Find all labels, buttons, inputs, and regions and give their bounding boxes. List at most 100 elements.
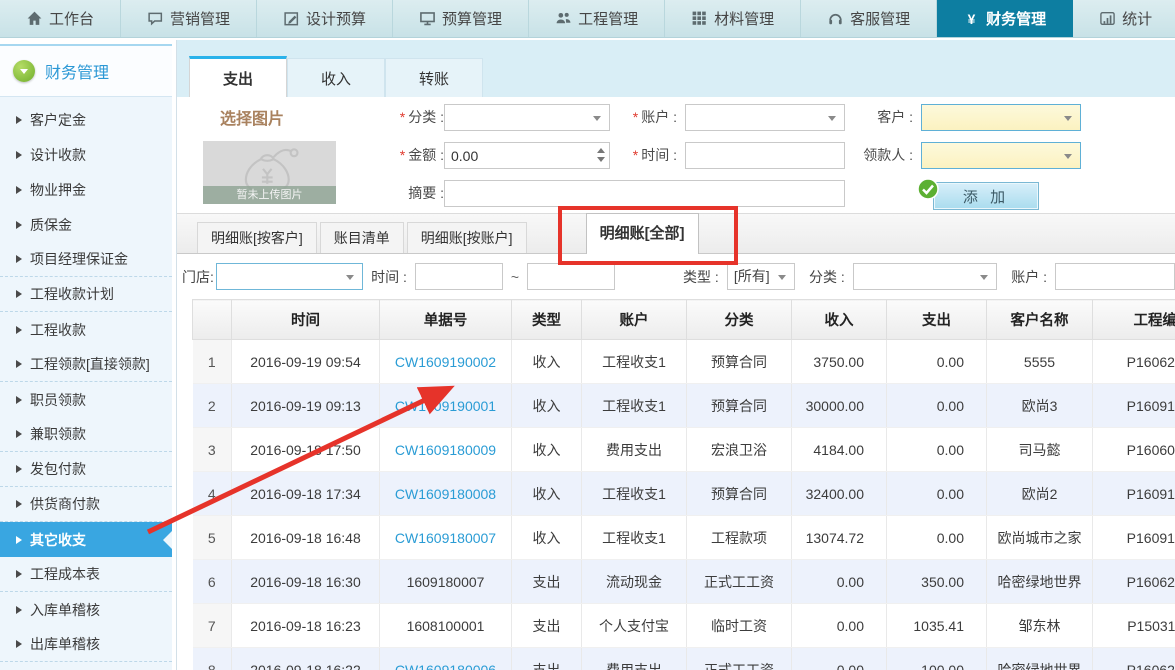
sidebar-item-outsource-payment[interactable]: 发包付款 xyxy=(0,452,172,487)
customer-label: 客户 : xyxy=(853,104,913,131)
payee-select[interactable] xyxy=(921,142,1081,169)
column-header-3: 类型 xyxy=(512,300,582,340)
module-badge-icon xyxy=(13,60,35,82)
payee-label: 领款人 : xyxy=(832,142,913,169)
time-to-input[interactable] xyxy=(527,263,615,290)
summary-input[interactable] xyxy=(444,180,845,207)
cell-type: 支出 xyxy=(512,560,582,604)
category-select[interactable] xyxy=(444,104,610,131)
sidebar-header: 财务管理 xyxy=(0,46,172,97)
required-mark: * xyxy=(633,109,638,125)
nav-item-budget[interactable]: 预算管理 xyxy=(393,0,529,37)
table-row[interactable]: 82016-09-18 16:22CW1609180006支出费用支出正式工工资… xyxy=(193,648,1175,670)
store-filter-select[interactable] xyxy=(216,263,363,290)
sidebar-item-staff-withdrawal[interactable]: 职员领款 xyxy=(0,382,172,417)
triangle-right-icon xyxy=(16,186,22,194)
table-row[interactable]: 52016-09-18 16:48CW1609180007收入工程收支1工程款项… xyxy=(193,516,1175,560)
triangle-right-icon xyxy=(16,290,22,298)
nav-item-workbench[interactable]: 工作台 xyxy=(0,0,121,37)
cell-project: P16062100 xyxy=(1093,340,1175,384)
sidebar-item-design-collection[interactable]: 设计收款 xyxy=(0,137,172,172)
svg-text:¥: ¥ xyxy=(968,11,976,27)
cell-account: 工程收支1 xyxy=(582,516,687,560)
cell-customer: 哈密绿地世界 xyxy=(987,648,1093,670)
nav-item-label: 工作台 xyxy=(49,8,94,29)
sidebar-item-label: 职员领款 xyxy=(30,390,86,410)
subtab-detail-all[interactable]: 明细账[全部] xyxy=(586,213,699,254)
type-filter-select[interactable]: [所有] xyxy=(727,263,795,290)
nav-item-finance[interactable]: ¥财务管理 xyxy=(937,0,1073,37)
subtab-account-list[interactable]: 账目清单 xyxy=(320,222,404,253)
doc-number-link[interactable]: CW1609180008 xyxy=(395,486,496,502)
category-filter-select[interactable] xyxy=(853,263,997,290)
account-filter-label: 账户 : xyxy=(1011,267,1047,287)
cell-income: 3750.00 xyxy=(792,340,887,384)
yen-icon: ¥ xyxy=(963,10,980,27)
amount-spinner[interactable] xyxy=(597,148,605,162)
cell-time: 2016-09-18 17:34 xyxy=(232,472,380,516)
doc-number-link[interactable]: CW1609180006 xyxy=(395,662,496,670)
category-label: *分类 : xyxy=(367,104,444,131)
sidebar-item-project-cost-table[interactable]: 工程成本表 xyxy=(0,557,172,592)
sidebar-item-label: 其它收支 xyxy=(30,530,86,550)
sidebar-item-project-withdrawal-direct[interactable]: 工程领款[直接领款] xyxy=(0,347,172,382)
sidebar-item-label: 工程收款 xyxy=(30,320,86,340)
top-nav: 工作台 营销管理设计预算预算管理工程管理材料管理客服管理¥财务管理统计 xyxy=(0,0,1175,38)
sidebar: 财务管理 客户定金设计收款物业押金质保金项目经理保证金工程收款计划工程收款工程领… xyxy=(0,44,172,670)
table-row[interactable]: 42016-09-18 17:34CW1609180008收入工程收支1预算合同… xyxy=(193,472,1175,516)
cell-account: 费用支出 xyxy=(582,648,687,670)
doc-number-link[interactable]: CW1609190002 xyxy=(395,354,496,370)
cell-category: 临时工资 xyxy=(687,604,792,648)
amount-input[interactable] xyxy=(445,143,609,168)
table-row[interactable]: 32016-09-18 17:50CW1609180009收入费用支出宏浪卫浴4… xyxy=(193,428,1175,472)
required-mark: * xyxy=(633,147,638,163)
tab-transfer[interactable]: 转账 xyxy=(385,58,483,97)
sidebar-item-outbound-audit[interactable]: 出库单稽核 xyxy=(0,627,172,662)
table-row[interactable]: 22016-09-19 09:13CW1609190001收入工程收支1预算合同… xyxy=(193,384,1175,428)
sidebar-item-project-collection[interactable]: 工程收款 xyxy=(0,312,172,347)
nav-item-design-budget[interactable]: 设计预算 xyxy=(257,0,393,37)
nav-item-customer-service[interactable]: 客服管理 xyxy=(801,0,937,37)
account-filter-input[interactable] xyxy=(1055,263,1175,290)
tab-expense[interactable]: 支出 xyxy=(189,56,287,97)
sidebar-item-customer-deposit[interactable]: 客户定金 xyxy=(0,102,172,137)
customer-select[interactable] xyxy=(921,104,1081,131)
sidebar-item-supplier-payment[interactable]: 供货商付款 xyxy=(0,487,172,522)
nav-item-statistics[interactable]: 统计 xyxy=(1073,0,1175,37)
subtab-detail-by-account[interactable]: 明细账[按账户] xyxy=(407,222,527,253)
cell-type: 支出 xyxy=(512,604,582,648)
doc-number-link[interactable]: CW1609180009 xyxy=(395,442,496,458)
time-from-input[interactable] xyxy=(415,263,503,290)
cell-account: 个人支付宝 xyxy=(582,604,687,648)
users-icon xyxy=(555,10,572,27)
cell-doc: CW1609180009 xyxy=(380,428,512,472)
sidebar-item-inbound-audit[interactable]: 入库单稽核 xyxy=(0,592,172,627)
sidebar-item-project-collection-plan[interactable]: 工程收款计划 xyxy=(0,277,172,312)
nav-item-engineering[interactable]: 工程管理 xyxy=(529,0,665,37)
cell-account: 工程收支1 xyxy=(582,384,687,428)
nav-item-materials[interactable]: 材料管理 xyxy=(665,0,801,37)
cell-income: 0.00 xyxy=(792,648,887,670)
table-row[interactable]: 72016-09-18 16:231608100001支出个人支付宝临时工资0.… xyxy=(193,604,1175,648)
time-input[interactable] xyxy=(685,142,845,169)
table-row[interactable]: 12016-09-19 09:54CW1609190002收入工程收支1预算合同… xyxy=(193,340,1175,384)
sidebar-item-other-income-expense[interactable]: 其它收支 xyxy=(0,522,172,557)
table-row[interactable]: 62016-09-18 16:301609180007支出流动现金正式工工资0.… xyxy=(193,560,1175,604)
sidebar-item-parttime-withdrawal[interactable]: 兼职领款 xyxy=(0,417,172,452)
sidebar-item-label: 工程成本表 xyxy=(30,564,100,584)
doc-number-link[interactable]: CW1609190001 xyxy=(395,398,496,414)
nav-item-marketing[interactable]: 营销管理 xyxy=(121,0,257,37)
account-select[interactable] xyxy=(685,104,845,131)
sidebar-item-pm-guarantee[interactable]: 项目经理保证金 xyxy=(0,242,172,277)
add-button[interactable]: 添 加 xyxy=(933,182,1039,210)
sidebar-item-warranty-retention[interactable]: 质保金 xyxy=(0,207,172,242)
doc-number-link[interactable]: CW1609180007 xyxy=(395,530,496,546)
cell-time: 2016-09-19 09:54 xyxy=(232,340,380,384)
choose-image-button[interactable]: 选择图片 xyxy=(220,105,284,129)
cell-income: 13074.72 xyxy=(792,516,887,560)
sidebar-item-property-deposit[interactable]: 物业押金 xyxy=(0,172,172,207)
subtab-detail-by-customer[interactable]: 明细账[按客户] xyxy=(197,222,317,253)
sidebar-item-label: 供货商付款 xyxy=(30,494,100,514)
tab-income[interactable]: 收入 xyxy=(287,58,385,97)
image-upload-placeholder[interactable]: 暂未上传图片 xyxy=(203,141,336,204)
